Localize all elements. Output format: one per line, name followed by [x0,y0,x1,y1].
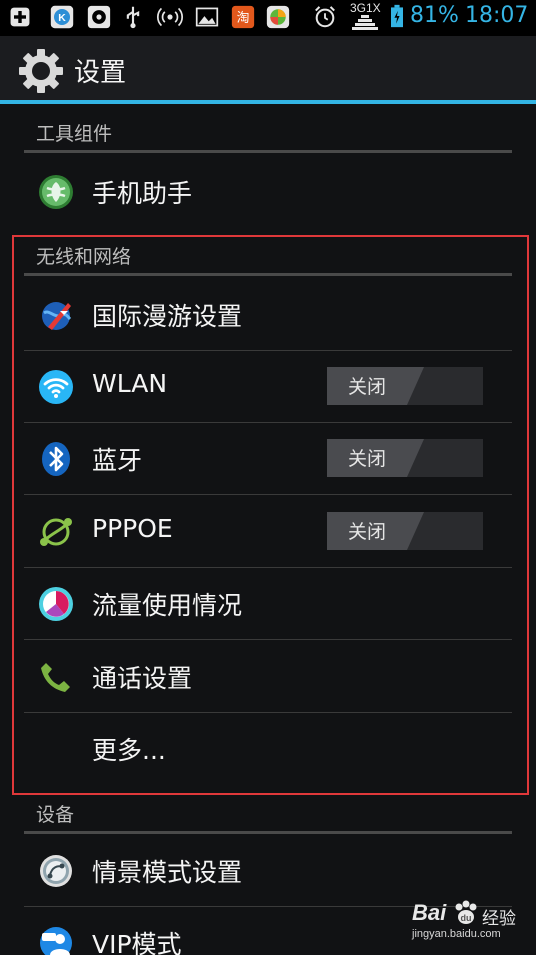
settings-gear-icon[interactable] [18,48,64,94]
svg-text:du: du [461,913,472,923]
clock: 18:07 [465,3,529,28]
svg-text:淘: 淘 [237,11,250,26]
baidu-jingyan-watermark: Bai du 经验 jingyan.baidu.com [408,898,530,944]
list-item-label: 情景模式设置 [92,858,243,887]
status-bar: K 淘 3G1X 81% 18:07 [0,0,536,36]
watermark-brand-cn: 经验 [482,909,516,929]
gallery-icon [195,7,219,27]
list-item-phone-assistant[interactable]: 手机助手 [24,156,512,228]
browser-icon [266,5,290,29]
action-bar: 设置 [0,36,536,104]
list-item-profile-settings[interactable]: 情景模式设置 [24,835,512,907]
list-item-label: 手机助手 [92,179,193,208]
page-title: 设置 [74,58,127,88]
profile-settings-icon [40,855,72,887]
signal-icon [352,15,378,30]
section-header-label: 工具组件 [36,123,113,145]
paw-logo-icon: du [455,900,477,924]
section-header-tools: 工具组件 [24,113,512,153]
usb-icon [126,6,140,29]
watermark-brand: Bai [412,900,447,925]
network-indicator: 3G1X [350,1,384,33]
hotspot-icon [157,7,183,27]
section-header-device: 设备 [24,794,512,834]
phone-assistant-icon [39,175,73,209]
add-notification-icon [10,7,30,27]
section-header-label: 设备 [36,804,75,826]
battery-icon [391,4,403,28]
action-bar-accent-line [0,100,536,104]
highlight-box [12,235,529,795]
watermark-url: jingyan.baidu.com [412,928,501,940]
network-type-label: 3G1X [350,1,381,15]
music-icon [87,5,111,29]
battery-percent: 81% [410,3,459,28]
kugou-icon: K [50,5,74,29]
alarm-icon [315,6,335,28]
svg-text:K: K [58,13,66,24]
list-item-label: VIP模式 [92,930,182,955]
taobao-icon: 淘 [231,5,255,29]
vip-icon [40,927,72,955]
